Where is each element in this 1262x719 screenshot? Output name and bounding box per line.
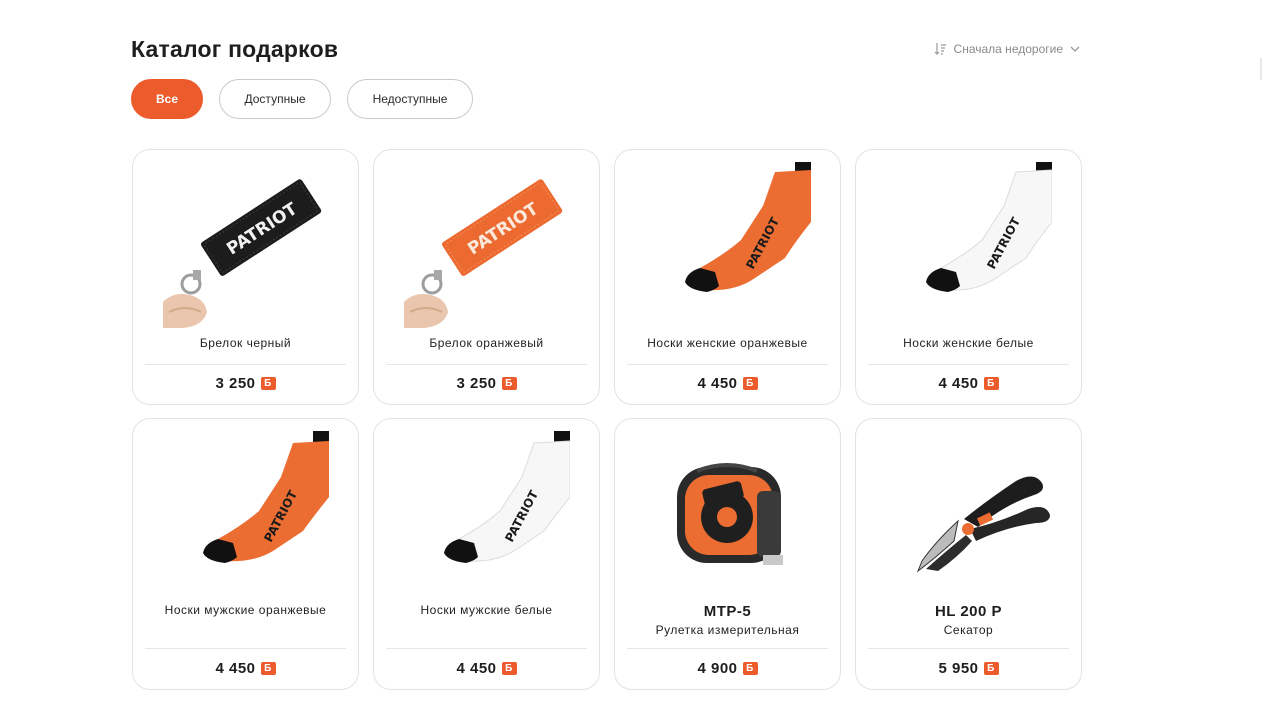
bonus-coin-icon: Б xyxy=(742,662,758,675)
product-price: 4 450 Б xyxy=(856,375,1081,392)
product-model: HL 200 P xyxy=(934,603,1003,620)
sock-orange-image: PATRIOT xyxy=(163,431,329,597)
product-title-block: Брелок оранжевый xyxy=(382,336,591,350)
product-price: 5 950 Б xyxy=(856,660,1081,677)
page-title: Каталог подарков xyxy=(131,36,339,62)
filter-bar: Все Доступные Недоступные xyxy=(131,79,473,119)
product-name: Носки женские белые xyxy=(903,336,1034,350)
tape-measure-image xyxy=(645,431,811,597)
product-title-block: MTP-5 Рулетка измерительная xyxy=(623,603,832,637)
bonus-coin-icon: Б xyxy=(501,662,517,675)
keychain-black-image: PATRIOT xyxy=(163,162,329,328)
bonus-coin-icon: Б xyxy=(742,377,758,390)
product-name: Носки мужские белые xyxy=(420,603,553,617)
product-price: 3 250 Б xyxy=(374,375,599,392)
card-divider xyxy=(868,364,1069,365)
chevron-down-icon xyxy=(1069,44,1081,54)
bonus-coin-icon: Б xyxy=(501,377,517,390)
product-name: Носки женские оранжевые xyxy=(647,336,808,350)
product-card[interactable]: PATRIOT Носки мужские оранжевые 4 450 Б xyxy=(132,418,359,690)
product-card[interactable]: PATRIOT Носки женские белые 4 450 Б xyxy=(855,149,1082,405)
card-divider xyxy=(868,648,1069,649)
pruner-image xyxy=(886,431,1052,597)
sort-icon xyxy=(934,42,948,56)
product-name: Брелок черный xyxy=(199,336,292,350)
card-divider xyxy=(145,364,346,365)
product-name: Рулетка измерительная xyxy=(655,623,800,637)
sort-label: Сначала недорогие xyxy=(953,42,1063,56)
sock-white-image: PATRIOT xyxy=(886,162,1052,328)
product-title-block: Носки женские белые xyxy=(864,336,1073,350)
bonus-coin-icon: Б xyxy=(260,662,276,675)
filter-unavailable-button[interactable]: Недоступные xyxy=(347,79,473,119)
product-card[interactable]: PATRIOT Носки женские оранжевые 4 450 Б xyxy=(614,149,841,405)
product-price: 4 900 Б xyxy=(615,660,840,677)
sock-orange-image: PATRIOT xyxy=(645,162,811,328)
card-divider xyxy=(627,364,828,365)
sort-dropdown[interactable]: Сначала недорогие xyxy=(934,42,1081,56)
product-title-block: Брелок черный xyxy=(141,336,350,350)
card-divider xyxy=(386,648,587,649)
product-card[interactable]: PATRIOT Брелок оранжевый 3 250 Б xyxy=(373,149,600,405)
product-title-block: Носки мужские оранжевые xyxy=(141,603,350,617)
product-card[interactable]: PATRIOT Носки мужские белые 4 450 Б xyxy=(373,418,600,690)
keychain-orange-image: PATRIOT xyxy=(404,162,570,328)
product-title-block: Носки мужские белые xyxy=(382,603,591,617)
product-title-block: Носки женские оранжевые xyxy=(623,336,832,350)
product-name: Носки мужские оранжевые xyxy=(164,603,327,617)
filter-available-button[interactable]: Доступные xyxy=(219,79,331,119)
card-divider xyxy=(627,648,828,649)
product-card[interactable]: PATRIOT Брелок черный 3 250 Б xyxy=(132,149,359,405)
product-card[interactable]: HL 200 P Секатор 5 950 Б xyxy=(855,418,1082,690)
sock-white-image: PATRIOT xyxy=(404,431,570,597)
product-price: 4 450 Б xyxy=(133,660,358,677)
card-divider xyxy=(386,364,587,365)
product-price: 4 450 Б xyxy=(374,660,599,677)
bonus-coin-icon: Б xyxy=(260,377,276,390)
product-price: 3 250 Б xyxy=(133,375,358,392)
filter-all-button[interactable]: Все xyxy=(131,79,203,119)
product-card[interactable]: MTP-5 Рулетка измерительная 4 900 Б xyxy=(614,418,841,690)
product-name: Секатор xyxy=(943,623,994,637)
product-model: MTP-5 xyxy=(703,603,752,620)
card-divider xyxy=(145,648,346,649)
product-price: 4 450 Б xyxy=(615,375,840,392)
bonus-coin-icon: Б xyxy=(983,377,999,390)
product-grid: PATRIOT Брелок черный 3 250 Б PATRIOT Бр… xyxy=(132,149,1082,690)
product-title-block: HL 200 P Секатор xyxy=(864,603,1073,637)
product-name: Брелок оранжевый xyxy=(429,336,544,350)
bonus-coin-icon: Б xyxy=(983,662,999,675)
